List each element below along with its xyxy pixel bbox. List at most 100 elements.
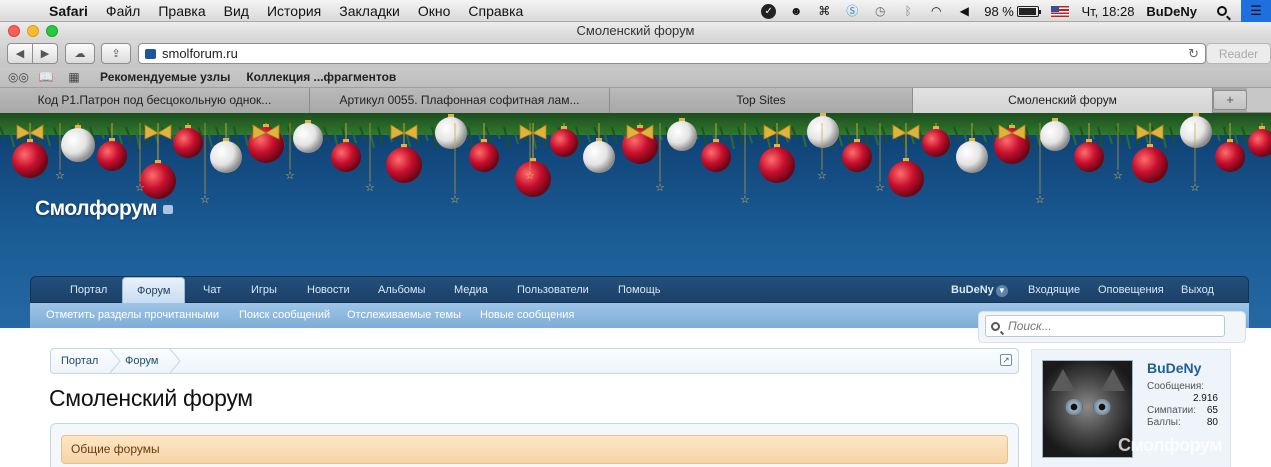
skype-status-icon[interactable]: Ⓢ <box>844 4 860 18</box>
tab-top-sites[interactable]: Top Sites <box>610 88 913 113</box>
nav-notifications[interactable]: Оповещения <box>1098 277 1164 303</box>
nav-tab-forum[interactable]: Форум <box>122 277 186 304</box>
subnav-new-posts[interactable]: Новые сообщения <box>480 303 574 327</box>
nav-tab-chat[interactable]: Чат <box>203 277 221 303</box>
breadcrumb: Портал Форум ↗ <box>50 348 1019 374</box>
red-ornament <box>550 129 578 157</box>
reader-button[interactable]: Reader <box>1206 43 1271 64</box>
search-box <box>978 311 1246 343</box>
forward-button[interactable]: ▶ <box>32 43 58 64</box>
top-sites-grid-icon[interactable]: ▦ <box>64 70 84 84</box>
bookmark-collection[interactable]: Коллекция ...фрагментов <box>246 70 396 84</box>
bookmark-recommended[interactable]: Рекомендуемые узлы <box>100 70 230 84</box>
gold-star-icon: ☆ <box>55 169 65 182</box>
cloud-icon: ☁ <box>74 48 86 60</box>
bookmarks-bar: ◎◎ 📖 ▦ Рекомендуемые узлы Коллекция ...ф… <box>0 67 1271 88</box>
red-ornament <box>386 147 422 183</box>
white-ornament <box>435 117 467 149</box>
menu-view[interactable]: Вид <box>215 3 258 19</box>
cat-eye-decoration <box>1065 399 1083 415</box>
gold-star-icon: ☆ <box>1190 181 1200 194</box>
time-machine-icon[interactable]: ◷ <box>872 4 888 18</box>
nav-logout[interactable]: Выход <box>1181 277 1214 303</box>
url-text[interactable]: smolforum.ru <box>162 46 238 61</box>
new-tab-button[interactable]: + <box>1213 90 1247 110</box>
site-logo[interactable]: Смолфорум <box>35 197 157 221</box>
main-navigation: Портал Форум Чат Игры Новости Альбомы Ме… <box>30 276 1249 304</box>
battery-icon <box>1017 5 1042 17</box>
cat-eye-decoration <box>1093 399 1111 415</box>
logo-speech-icon <box>163 205 173 214</box>
forward-arrow-icon: ▶ <box>40 48 50 60</box>
nav-tab-media[interactable]: Медиа <box>454 277 488 303</box>
battery-percent: 98 % <box>984 3 1014 19</box>
minimize-window-button[interactable] <box>27 25 39 37</box>
stat-label-points: Баллы: <box>1147 417 1181 428</box>
volume-icon[interactable]: ◀ <box>956 4 972 18</box>
search-icon <box>991 322 1000 331</box>
red-ornament <box>701 142 731 172</box>
visitor-username[interactable]: BuDeNy <box>1147 360 1201 376</box>
address-bar[interactable]: smolforum.ru ↻ <box>138 43 1206 64</box>
menu-app-safari[interactable]: Safari <box>40 3 97 19</box>
nav-inbox[interactable]: Входящие <box>1028 277 1080 303</box>
checkmark-status-icon[interactable]: ✓ <box>761 3 777 19</box>
battery-status[interactable]: 98 % <box>984 3 1042 19</box>
search-input[interactable] <box>985 315 1225 337</box>
menu-history[interactable]: История <box>258 3 330 19</box>
jump-link-icon[interactable]: ↗ <box>1000 354 1012 366</box>
clock[interactable]: Чт, 18:28 <box>1081 4 1134 19</box>
breadcrumb-forum[interactable]: Форум <box>115 349 158 373</box>
share-button[interactable]: ⇪ <box>101 43 131 64</box>
reload-icon[interactable]: ↻ <box>1188 46 1199 62</box>
nav-tab-albums[interactable]: Альбомы <box>378 277 425 303</box>
menu-window[interactable]: Окно <box>409 3 460 19</box>
gold-star-icon: ☆ <box>200 193 210 206</box>
window-title: Смоленский форум <box>576 23 695 38</box>
tab-smolforum[interactable]: Смоленский форум <box>913 88 1213 113</box>
subnav-mark-read[interactable]: Отметить разделы прочитанными <box>46 303 219 327</box>
user-menu[interactable]: BuDeNy <box>1146 4 1197 19</box>
back-button[interactable]: ◀ <box>7 43 33 64</box>
wifi-icon[interactable]: ◠ <box>928 4 944 18</box>
subnav-search-posts[interactable]: Поиск сообщений <box>239 303 330 327</box>
christmas-garland-decoration: ☆ ☆ ☆ ☆ ☆ ☆ ☆ ☆ ☆ ☆ ☆ ☆ ☆ ☆ <box>0 113 1271 206</box>
tab-bar-end <box>1247 88 1271 112</box>
white-ornament <box>667 121 697 151</box>
white-ornament <box>210 141 242 173</box>
chevron-down-icon: ▼ <box>995 285 1008 297</box>
tab-article[interactable]: Артикул 0055. Плафонная софитная лам... <box>310 88 610 113</box>
nav-tab-users[interactable]: Пользователи <box>517 277 589 303</box>
white-ornament <box>956 141 988 173</box>
forum-category-header[interactable]: Общие форумы <box>61 435 1008 464</box>
red-ornament <box>331 142 361 172</box>
nav-user-menu[interactable]: BuDeNy ▼ <box>951 277 1008 303</box>
zoom-window-button[interactable] <box>46 25 58 37</box>
close-window-button[interactable] <box>8 25 20 37</box>
menu-bookmarks[interactable]: Закладки <box>330 3 409 19</box>
menu-edit[interactable]: Правка <box>149 3 214 19</box>
stat-value-messages: 2.916 <box>1192 393 1218 404</box>
subnav-watched-threads[interactable]: Отслеживаемые темы <box>347 303 461 327</box>
bookmarks-book-icon[interactable]: 📖 <box>36 70 56 84</box>
menu-help[interactable]: Справка <box>459 3 532 19</box>
nav-tab-portal[interactable]: Портал <box>70 277 107 303</box>
menu-file[interactable]: Файл <box>97 3 149 19</box>
nav-tab-news[interactable]: Новости <box>307 277 350 303</box>
red-ornament <box>1074 142 1104 172</box>
gold-star-icon: ☆ <box>135 181 145 194</box>
input-flag-icon[interactable] <box>1051 5 1070 17</box>
command-status-icon[interactable]: ⌘ <box>816 4 832 18</box>
nav-tab-games[interactable]: Игры <box>251 277 277 303</box>
owl-status-icon[interactable]: ☻ <box>788 4 804 18</box>
browser-toolbar: ◀ ▶ ☁ ⇪ smolforum.ru ↻ Reader <box>0 40 1271 67</box>
nav-tab-help[interactable]: Помощь <box>618 277 661 303</box>
icloud-tabs-button[interactable]: ☁ <box>65 43 95 64</box>
tab-patron[interactable]: Код P1.Патрон под бесцокольную однок... <box>0 88 310 113</box>
breadcrumb-portal[interactable]: Портал <box>51 349 98 373</box>
notification-center-icon[interactable]: ☰ <box>1241 0 1271 22</box>
reading-list-icon[interactable]: ◎◎ <box>8 70 29 84</box>
bluetooth-icon[interactable]: ᛒ <box>900 4 916 18</box>
white-ornament <box>1040 121 1070 151</box>
spotlight-search-icon[interactable] <box>1209 0 1235 22</box>
